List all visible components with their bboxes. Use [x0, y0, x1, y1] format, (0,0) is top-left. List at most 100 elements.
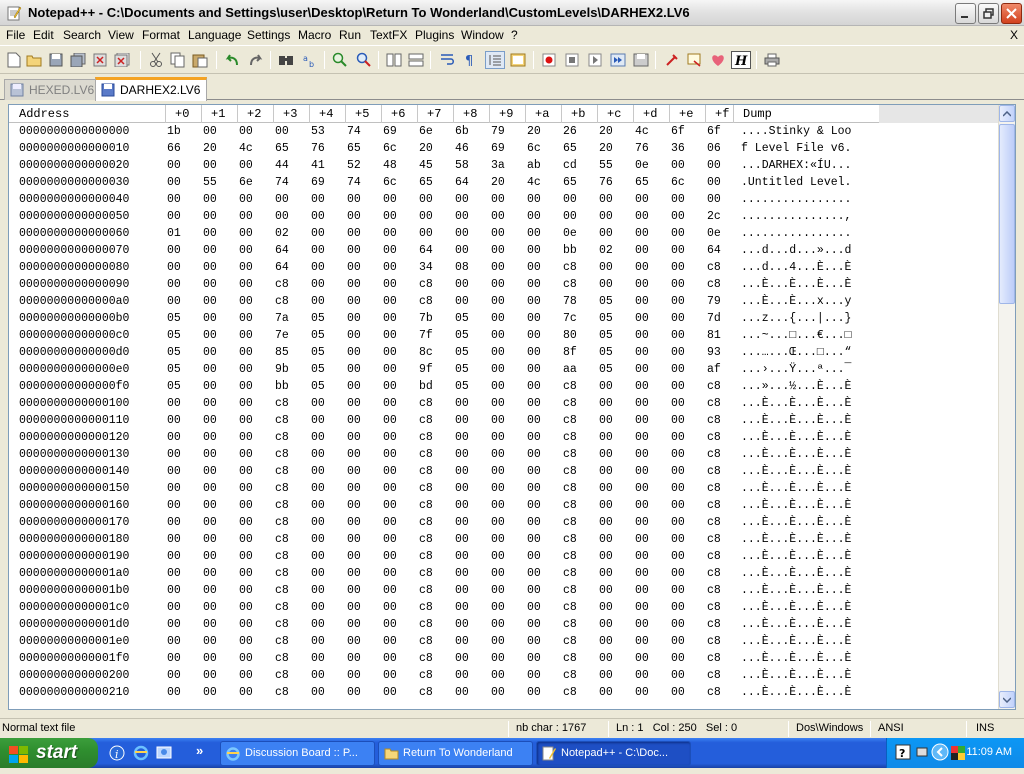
byte-cell[interactable]: 00 — [203, 584, 217, 597]
byte-cell[interactable]: 05 — [311, 329, 325, 342]
byte-cell[interactable]: 00 — [347, 618, 361, 631]
dump-cell[interactable]: ...z...{...|...} — [741, 312, 851, 325]
byte-cell[interactable]: c8 — [563, 261, 577, 274]
byte-cell[interactable]: 00 — [383, 431, 397, 444]
byte-cell[interactable]: 00 — [347, 244, 361, 257]
byte-cell[interactable]: 00 — [491, 295, 505, 308]
undo-icon[interactable] — [222, 51, 242, 69]
byte-cell[interactable]: 00 — [203, 244, 217, 257]
byte-cell[interactable]: c8 — [563, 618, 577, 631]
byte-cell[interactable]: 79 — [491, 125, 505, 138]
byte-cell[interactable]: 00 — [203, 448, 217, 461]
byte-cell[interactable]: c8 — [275, 499, 289, 512]
byte-cell[interactable]: c8 — [707, 465, 721, 478]
byte-cell[interactable]: 7c — [563, 312, 577, 325]
byte-cell[interactable]: 00 — [311, 465, 325, 478]
byte-cell[interactable]: 00 — [383, 227, 397, 240]
user-lang-icon[interactable] — [508, 51, 528, 69]
plugin-tool-icon[interactable] — [662, 51, 682, 69]
byte-cell[interactable]: 00 — [599, 533, 613, 546]
byte-cell[interactable]: 00 — [311, 227, 325, 240]
byte-cell[interactable]: 00 — [491, 261, 505, 274]
byte-cell[interactable]: 00 — [563, 193, 577, 206]
byte-cell[interactable]: 00 — [527, 278, 541, 291]
byte-cell[interactable]: 05 — [599, 346, 613, 359]
restore-button[interactable] — [978, 3, 999, 24]
byte-cell[interactable]: 00 — [455, 652, 469, 665]
byte-cell[interactable]: 00 — [671, 431, 685, 444]
byte-cell[interactable]: 00 — [419, 193, 433, 206]
byte-cell[interactable]: 00 — [239, 584, 253, 597]
byte-cell[interactable]: 00 — [599, 516, 613, 529]
copy-icon[interactable] — [168, 51, 188, 69]
byte-cell[interactable]: 00 — [167, 414, 181, 427]
address-cell[interactable]: 0000000000000150 — [19, 482, 129, 495]
byte-cell[interactable]: 00 — [527, 261, 541, 274]
byte-cell[interactable]: 64 — [455, 176, 469, 189]
byte-cell[interactable]: 00 — [383, 669, 397, 682]
byte-cell[interactable]: 00 — [455, 414, 469, 427]
byte-cell[interactable]: 00 — [527, 499, 541, 512]
byte-cell[interactable]: 00 — [167, 176, 181, 189]
byte-cell[interactable]: 00 — [275, 125, 289, 138]
menu-window[interactable]: Window — [461, 28, 504, 42]
byte-cell[interactable]: 00 — [347, 210, 361, 223]
byte-cell[interactable]: 00 — [203, 193, 217, 206]
byte-cell[interactable]: 00 — [491, 193, 505, 206]
address-cell[interactable]: 0000000000000020 — [19, 159, 129, 172]
play-macro-icon[interactable] — [585, 51, 605, 69]
column-divider[interactable] — [489, 105, 490, 123]
byte-cell[interactable]: 00 — [599, 567, 613, 580]
byte-cell[interactable]: c8 — [563, 584, 577, 597]
byte-cell[interactable]: 6b — [455, 125, 469, 138]
byte-cell[interactable]: 00 — [347, 193, 361, 206]
byte-cell[interactable]: 00 — [311, 516, 325, 529]
byte-cell[interactable]: 00 — [383, 397, 397, 410]
byte-cell[interactable]: 00 — [239, 635, 253, 648]
byte-cell[interactable]: 00 — [347, 295, 361, 308]
byte-cell[interactable]: 0e — [707, 227, 721, 240]
byte-cell[interactable]: 05 — [311, 380, 325, 393]
address-cell[interactable]: 00000000000000a0 — [19, 295, 129, 308]
dump-cell[interactable]: ...»...½...È...È — [741, 380, 851, 393]
byte-cell[interactable]: 55 — [203, 176, 217, 189]
byte-cell[interactable]: 0e — [635, 159, 649, 172]
byte-cell[interactable]: 00 — [599, 465, 613, 478]
byte-cell[interactable]: 00 — [527, 584, 541, 597]
byte-cell[interactable]: 00 — [167, 499, 181, 512]
byte-cell[interactable]: 00 — [167, 533, 181, 546]
byte-cell[interactable]: 00 — [383, 363, 397, 376]
byte-cell[interactable]: 58 — [455, 159, 469, 172]
byte-cell[interactable]: 00 — [203, 278, 217, 291]
quicklaunch-info-icon[interactable]: i — [109, 745, 125, 761]
byte-cell[interactable]: 00 — [167, 550, 181, 563]
byte-cell[interactable]: 00 — [203, 312, 217, 325]
indent-guide-icon[interactable] — [485, 51, 505, 69]
byte-cell[interactable]: 00 — [635, 210, 649, 223]
byte-cell[interactable]: 00 — [455, 686, 469, 699]
byte-cell[interactable]: 00 — [599, 499, 613, 512]
document-close-button[interactable]: X — [1010, 28, 1018, 42]
hex-row[interactable]: 0000000000000200 00 00 00 c8 00 00 00 c8 00 00 00 c8… — [9, 668, 999, 685]
byte-cell[interactable]: 00 — [527, 448, 541, 461]
byte-cell[interactable]: 05 — [455, 363, 469, 376]
byte-cell[interactable]: 4c — [635, 125, 649, 138]
tab-darhex2[interactable]: DARHEX2.LV6 — [95, 77, 208, 101]
byte-cell[interactable]: 00 — [347, 414, 361, 427]
byte-cell[interactable]: 00 — [455, 193, 469, 206]
address-cell[interactable]: 0000000000000140 — [19, 465, 129, 478]
byte-cell[interactable]: 69 — [383, 125, 397, 138]
address-cell[interactable]: 00000000000000c0 — [19, 329, 129, 342]
find-icon[interactable] — [276, 51, 296, 69]
hex-row[interactable]: 00000000000000a0 00 00 00 c8 00 00 00 c8 00 00 00 78… — [9, 294, 999, 311]
byte-cell[interactable]: 00 — [239, 329, 253, 342]
byte-cell[interactable]: c8 — [707, 652, 721, 665]
sync-horizontal-icon[interactable] — [406, 51, 426, 69]
byte-cell[interactable]: c8 — [419, 618, 433, 631]
hex-row[interactable]: 0000000000000020 00 00 00 44 41 52 48 45 58 3a ab cd… — [9, 158, 999, 175]
byte-cell[interactable]: 26 — [563, 125, 577, 138]
byte-cell[interactable]: 00 — [671, 584, 685, 597]
column-divider[interactable] — [705, 105, 706, 123]
byte-cell[interactable]: 00 — [527, 227, 541, 240]
hex-editor[interactable]: Address +0 +1 +2 +3 +4 +5 +6 +7 +8 +9 +a +b +c +d +e +f D… — [8, 104, 1016, 710]
